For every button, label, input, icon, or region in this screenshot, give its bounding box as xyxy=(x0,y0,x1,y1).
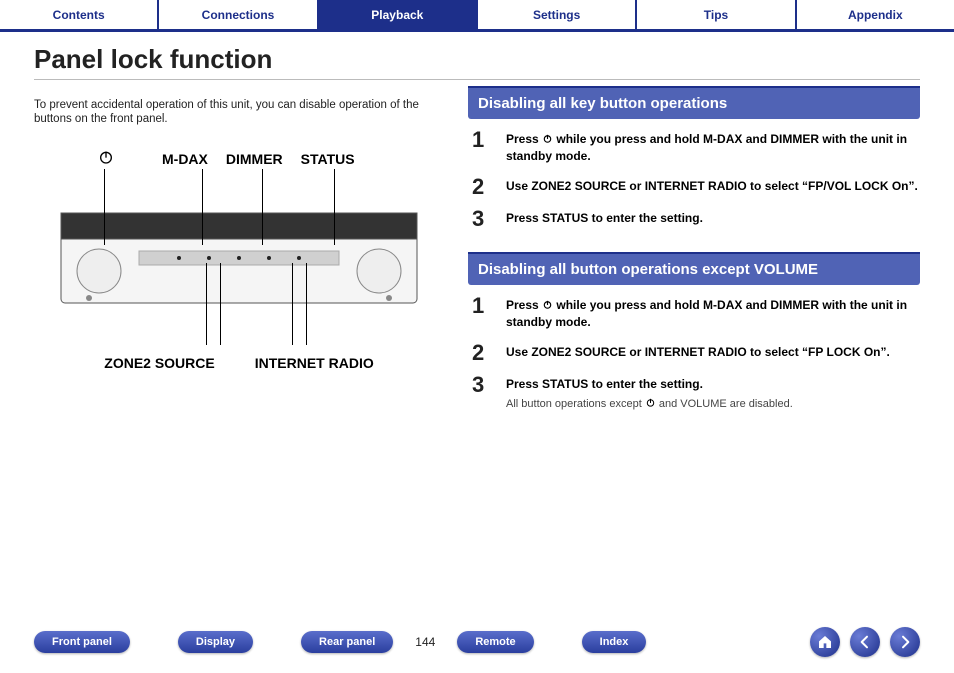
intro-text: To prevent accidental operation of this … xyxy=(34,98,444,128)
step: 3 Press STATUS to enter the setting. xyxy=(472,208,920,230)
diagram-label-mdax: M-DAX xyxy=(162,151,208,167)
section-header: Disabling all button operations except V… xyxy=(468,252,920,285)
nav-front-panel[interactable]: Front panel xyxy=(34,631,130,653)
step-number: 1 xyxy=(472,295,492,317)
step: 1 Press while you press and hold M-DAX a… xyxy=(472,129,920,166)
forward-button[interactable] xyxy=(890,627,920,657)
device-diagram: M-DAX DIMMER STATUS xyxy=(34,151,444,371)
power-icon xyxy=(645,397,656,408)
step: 2 Use ZONE2 SOURCE or INTERNET RADIO to … xyxy=(472,176,920,198)
tab-label: Playback xyxy=(371,8,423,22)
tab-connections[interactable]: Connections xyxy=(159,0,318,29)
tab-label: Settings xyxy=(533,8,580,22)
section-disable-all: Disabling all key button operations 1 Pr… xyxy=(468,86,920,230)
tab-playback[interactable]: Playback xyxy=(319,0,478,29)
step: 3 Press STATUS to enter the setting. All… xyxy=(472,374,920,413)
arrow-right-icon xyxy=(897,634,913,650)
tab-appendix[interactable]: Appendix xyxy=(797,0,954,29)
page-number: 144 xyxy=(415,635,435,649)
step-text: Press while you press and hold M-DAX and… xyxy=(506,295,920,332)
diagram-label-internet-radio: INTERNET RADIO xyxy=(255,355,374,371)
step: 2 Use ZONE2 SOURCE or INTERNET RADIO to … xyxy=(472,342,920,364)
power-icon xyxy=(542,132,553,143)
page-title: Panel lock function xyxy=(34,44,920,80)
nav-display[interactable]: Display xyxy=(178,631,253,653)
step-number: 2 xyxy=(472,176,492,198)
top-nav: Contents Connections Playback Settings T… xyxy=(0,0,954,32)
nav-remote[interactable]: Remote xyxy=(457,631,533,653)
step-note: All button operations except and VOLUME … xyxy=(506,397,793,413)
section-disable-except-volume: Disabling all button operations except V… xyxy=(468,252,920,413)
step-text: Use ZONE2 SOURCE or INTERNET RADIO to se… xyxy=(506,176,918,195)
tab-tips[interactable]: Tips xyxy=(637,0,796,29)
tab-label: Appendix xyxy=(848,8,903,22)
nav-index[interactable]: Index xyxy=(582,631,647,653)
home-icon xyxy=(817,634,833,650)
diagram-label-zone2-source: ZONE2 SOURCE xyxy=(104,355,214,371)
bottom-nav: Front panel Display Rear panel 144 Remot… xyxy=(0,627,954,657)
arrow-left-icon xyxy=(857,634,873,650)
device-illustration xyxy=(59,203,419,313)
power-icon xyxy=(542,298,553,309)
tab-label: Connections xyxy=(202,8,275,22)
diagram-label-dimmer: DIMMER xyxy=(226,151,283,167)
tab-label: Contents xyxy=(53,8,105,22)
tab-contents[interactable]: Contents xyxy=(0,0,159,29)
step-text: Press STATUS to enter the setting. xyxy=(506,208,703,227)
step-number: 3 xyxy=(472,208,492,230)
step-number: 1 xyxy=(472,129,492,151)
step-text: Use ZONE2 SOURCE or INTERNET RADIO to se… xyxy=(506,342,890,361)
tab-label: Tips xyxy=(704,8,728,22)
diagram-label-status: STATUS xyxy=(301,151,355,167)
section-header: Disabling all key button operations xyxy=(468,86,920,119)
home-button[interactable] xyxy=(810,627,840,657)
step-text: Press STATUS to enter the setting. All b… xyxy=(506,374,793,413)
step-number: 3 xyxy=(472,374,492,396)
nav-rear-panel[interactable]: Rear panel xyxy=(301,631,393,653)
step-number: 2 xyxy=(472,342,492,364)
back-button[interactable] xyxy=(850,627,880,657)
step-text: Press while you press and hold M-DAX and… xyxy=(506,129,920,166)
step: 1 Press while you press and hold M-DAX a… xyxy=(472,295,920,332)
tab-settings[interactable]: Settings xyxy=(478,0,637,29)
